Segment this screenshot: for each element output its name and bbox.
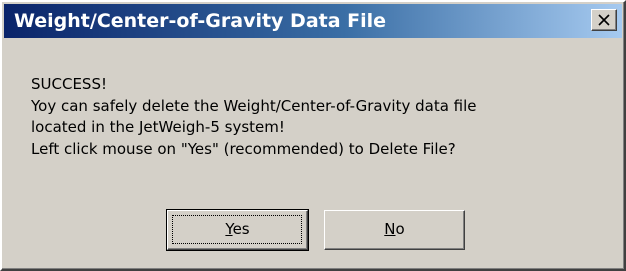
yes-mnemonic: Y	[225, 220, 233, 238]
yes-label-rest: es	[232, 220, 250, 238]
message-line: Yoy can safely delete the Weight/Center-…	[31, 96, 477, 115]
no-mnemonic: N	[384, 220, 396, 238]
no-label-rest: o	[395, 220, 405, 238]
message-line: located in the JetWeigh-5 system!	[31, 118, 285, 136]
dialog-title: Weight/Center-of-Gravity Data File	[14, 10, 387, 32]
close-icon	[598, 14, 610, 26]
no-button[interactable]: No	[324, 210, 465, 250]
title-bar[interactable]: Weight/Center-of-Gravity Data File	[4, 4, 622, 38]
no-button-label: No	[384, 220, 404, 238]
message-dialog: Weight/Center-of-Gravity Data File SUCCE…	[0, 0, 626, 271]
yes-button-label: Yes	[225, 220, 249, 238]
yes-button[interactable]: Yes	[166, 209, 309, 251]
message-line: SUCCESS!	[31, 75, 107, 93]
close-button[interactable]	[591, 9, 617, 31]
dialog-message: SUCCESS! Yoy can safely delete the Weigh…	[31, 74, 477, 160]
message-line: Left click mouse on "Yes" (recommended) …	[31, 139, 456, 158]
